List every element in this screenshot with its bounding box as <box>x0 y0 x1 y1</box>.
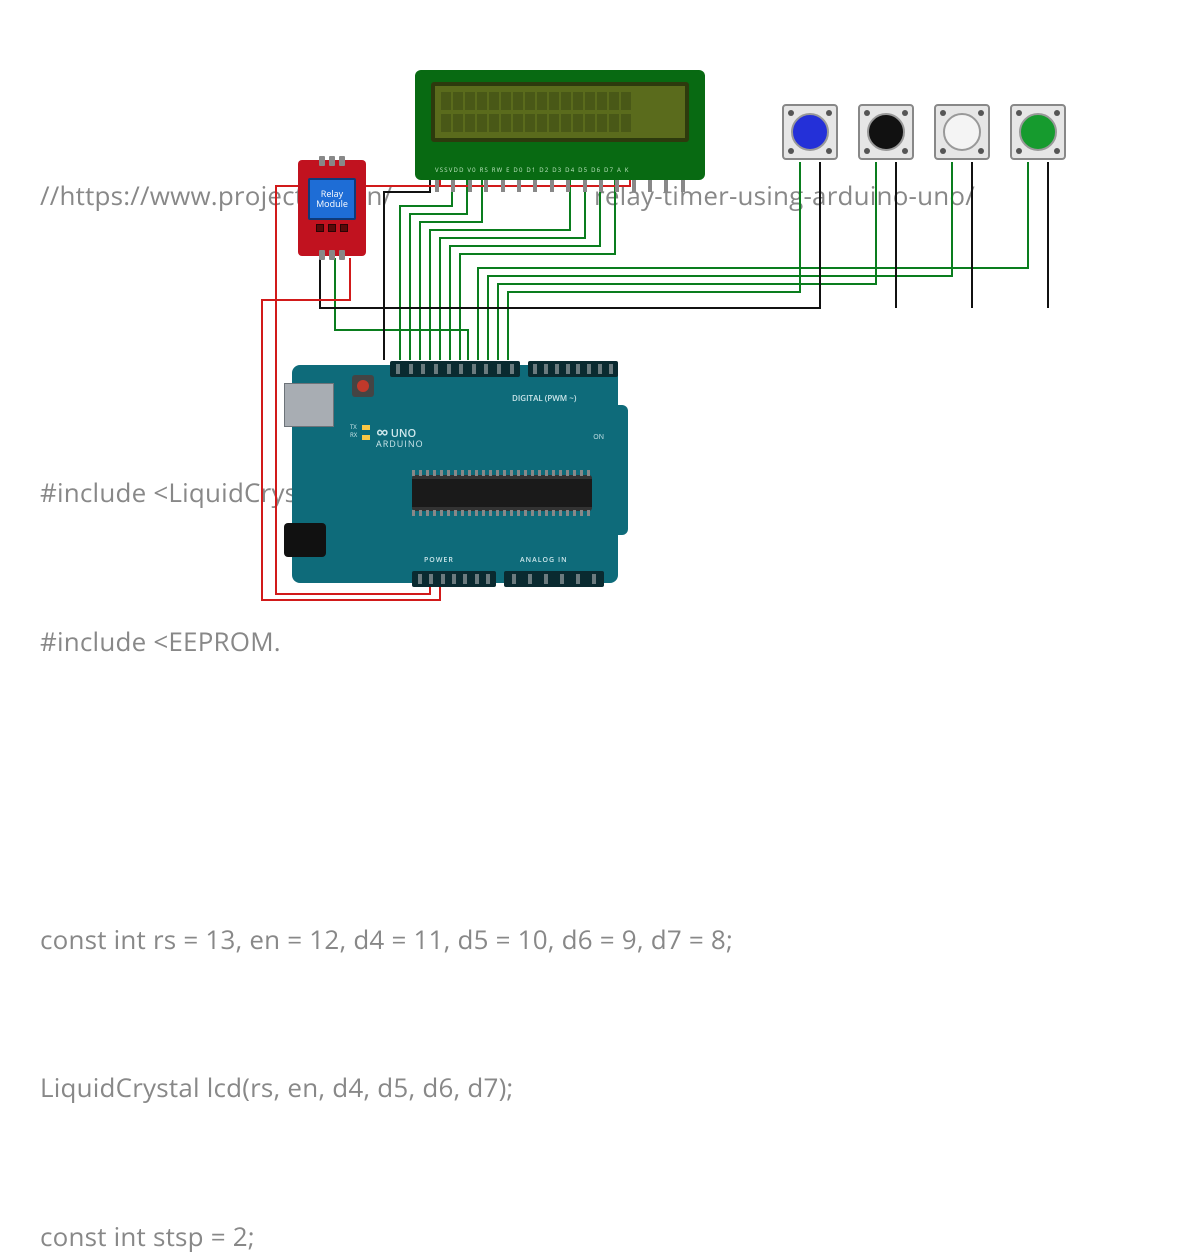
source-code-overlay: //https://www.projecthub.in/ relay-timer… <box>40 72 975 1260</box>
code-line <box>40 320 975 370</box>
code-line: #include <LiquidCrystal.h> <box>40 468 975 518</box>
code-line: const int stsp = 2; <box>40 1212 975 1260</box>
code-line: #include <EEPROM. <box>40 617 975 667</box>
pushbutton-set[interactable] <box>1010 104 1066 160</box>
code-line <box>40 766 975 816</box>
code-line: LiquidCrystal lcd(rs, en, d4, d5, d6, d7… <box>40 1063 975 1113</box>
code-line: const int rs = 13, en = 12, d4 = 11, d5 … <box>40 915 975 965</box>
code-line: //https://www.projecthub.in/ relay-timer… <box>40 171 975 221</box>
